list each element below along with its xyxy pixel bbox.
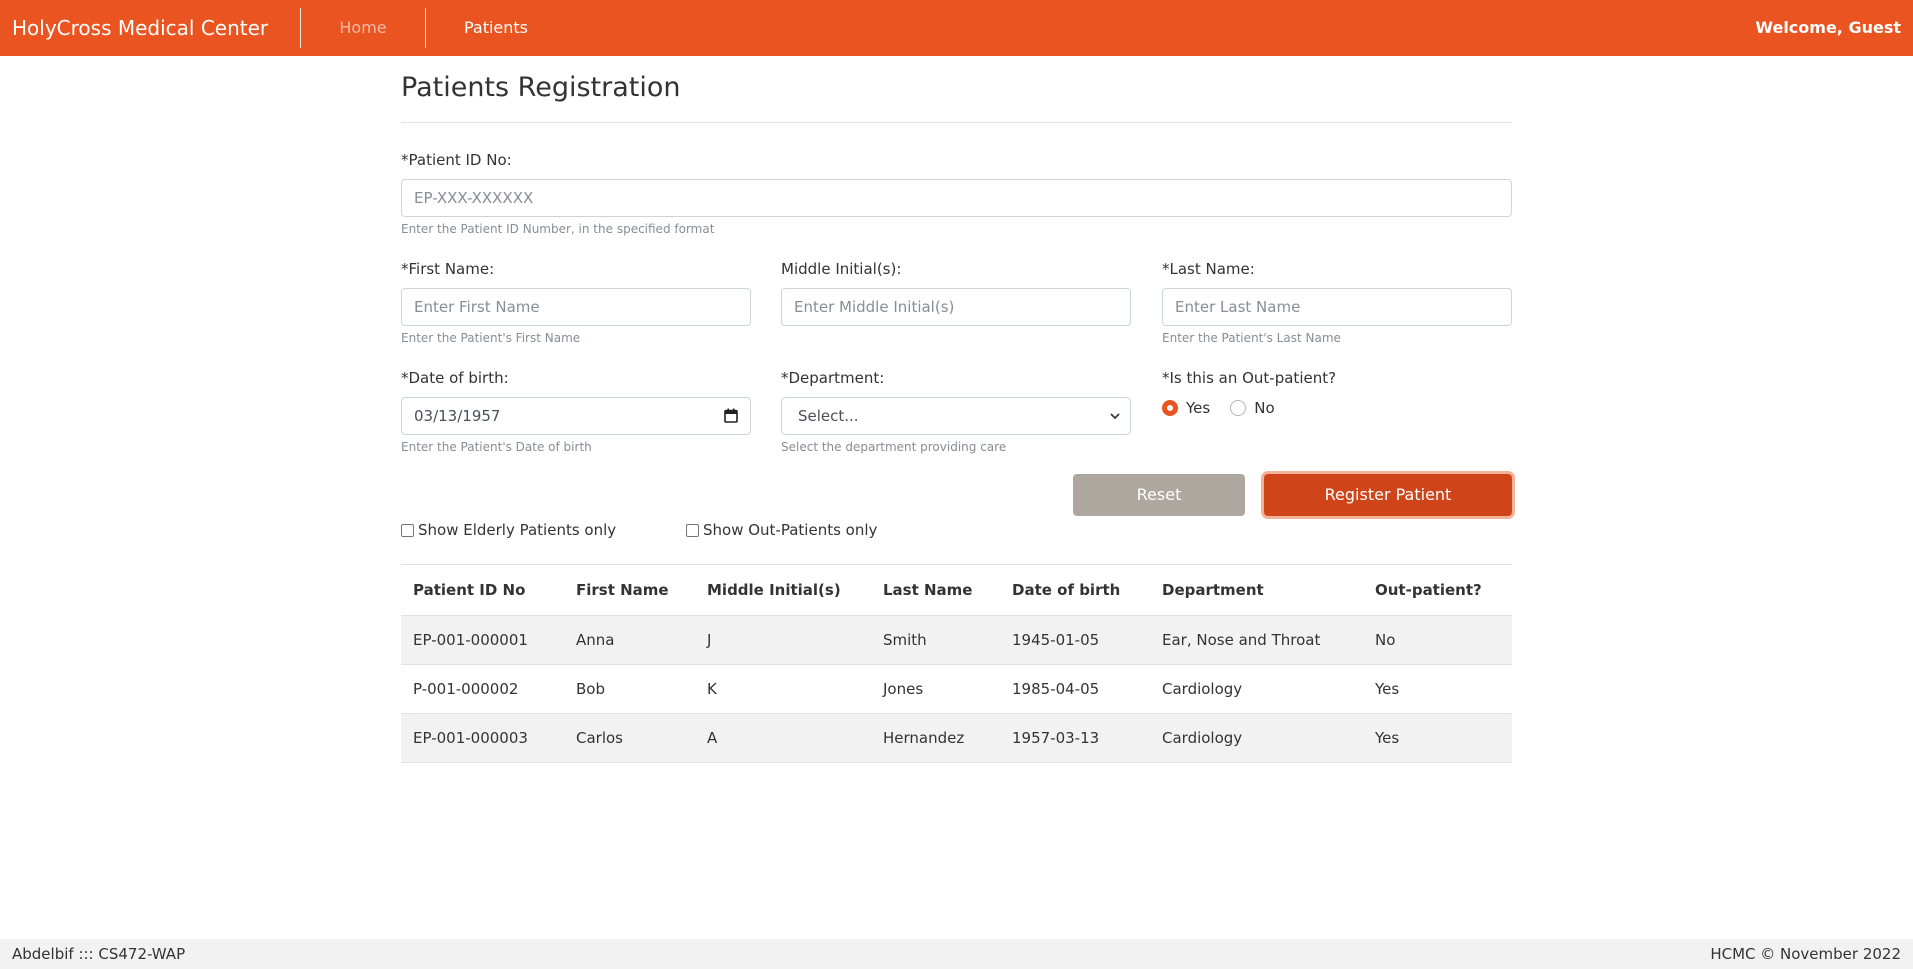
elderly-checkbox[interactable] bbox=[401, 523, 414, 537]
table-cell: Jones bbox=[883, 680, 924, 698]
department-label: *Department: bbox=[781, 369, 885, 387]
outpatient-no-radio[interactable] bbox=[1230, 400, 1247, 416]
table-header-cell: Out-patient? bbox=[1375, 581, 1482, 599]
table-header-cell: Patient ID No bbox=[413, 581, 526, 599]
table-header-cell: Last Name bbox=[883, 581, 973, 599]
first-name-help: Enter the Patient's First Name bbox=[401, 331, 581, 345]
table-cell: 1957-03-13 bbox=[1012, 729, 1100, 747]
table-cell: Bob bbox=[576, 680, 605, 698]
reset-button[interactable]: Reset bbox=[1073, 474, 1245, 516]
calendar-icon[interactable] bbox=[724, 408, 738, 423]
department-select[interactable]: Select... bbox=[781, 397, 1131, 435]
title-divider bbox=[401, 122, 1512, 123]
table-cell: Ear, Nose and Throat bbox=[1162, 631, 1321, 649]
dob-input[interactable]: 03/13/1957 bbox=[401, 397, 751, 435]
outpatient-yes-label[interactable]: Yes bbox=[1186, 399, 1210, 417]
first-name-input[interactable]: Enter First Name bbox=[401, 288, 751, 326]
table-header-cell: Date of birth bbox=[1012, 581, 1121, 599]
register-patient-button[interactable]: Register Patient bbox=[1264, 474, 1512, 516]
table-header-row: Patient ID No First Name Middle Initial(… bbox=[401, 565, 1512, 616]
table-cell: 1945-01-05 bbox=[1012, 631, 1100, 649]
patient-id-input[interactable]: EP-XXX-XXXXXX bbox=[401, 179, 1512, 217]
top-navbar: HolyCross Medical Center Home Patients W… bbox=[0, 0, 1913, 56]
table-cell: 1985-04-05 bbox=[1012, 680, 1100, 698]
footer-author: Abdelbif ::: CS472-WAP bbox=[12, 945, 186, 963]
table-cell: Yes bbox=[1375, 729, 1400, 747]
table-cell: EP-001-000003 bbox=[413, 729, 528, 747]
nav-home-link[interactable]: Home bbox=[301, 0, 425, 56]
dob-value: 03/13/1957 bbox=[414, 407, 501, 425]
department-help: Select the department providing care bbox=[781, 440, 1007, 454]
patient-id-help: Enter the Patient ID Number, in the spec… bbox=[401, 222, 715, 236]
table-cell: Hernandez bbox=[883, 729, 965, 747]
brand-title[interactable]: HolyCross Medical Center bbox=[0, 0, 300, 56]
table-header-cell: Department bbox=[1162, 581, 1264, 599]
welcome-text: Welcome, Guest bbox=[1755, 18, 1901, 37]
table-cell: Carlos bbox=[576, 729, 623, 747]
nav-patients-link[interactable]: Patients bbox=[426, 0, 566, 56]
outpatient-filter[interactable]: Show Out-Patients only bbox=[686, 521, 877, 539]
outpatient-radio-group: Yes No bbox=[1162, 399, 1295, 417]
table-cell: Yes bbox=[1375, 680, 1400, 698]
table-cell: Smith bbox=[883, 631, 927, 649]
department-selected-value: Select... bbox=[798, 407, 859, 425]
last-name-label: *Last Name: bbox=[1162, 260, 1255, 278]
elderly-filter[interactable]: Show Elderly Patients only bbox=[401, 521, 616, 539]
table-cell: Cardiology bbox=[1162, 729, 1243, 747]
dob-label: *Date of birth: bbox=[401, 369, 509, 387]
middle-initials-input[interactable]: Enter Middle Initial(s) bbox=[781, 288, 1131, 326]
footer-copyright: HCMC © November 2022 bbox=[1710, 945, 1901, 963]
page-title: Patients Registration bbox=[401, 72, 681, 103]
chevron-down-icon bbox=[1110, 413, 1120, 420]
table-cell: EP-001-000001 bbox=[413, 631, 528, 649]
patient-id-label: *Patient ID No: bbox=[401, 151, 512, 169]
table-cell: P-001-000002 bbox=[413, 680, 519, 698]
table-row: EP-001-000001 Anna J Smith 1945-01-05 Ea… bbox=[401, 616, 1512, 665]
table-cell: No bbox=[1375, 631, 1396, 649]
outpatient-no-label[interactable]: No bbox=[1254, 399, 1274, 417]
outpatient-yes-radio[interactable] bbox=[1162, 400, 1178, 416]
table-cell: J bbox=[707, 631, 712, 649]
patients-table: Patient ID No First Name Middle Initial(… bbox=[401, 564, 1512, 763]
table-row: P-001-000002 Bob K Jones 1985-04-05 Card… bbox=[401, 665, 1512, 714]
table-cell: Cardiology bbox=[1162, 680, 1243, 698]
table-cell: A bbox=[707, 729, 718, 747]
last-name-help: Enter the Patient's Last Name bbox=[1162, 331, 1341, 345]
table-row: EP-001-000003 Carlos A Hernandez 1957-03… bbox=[401, 714, 1512, 763]
page-footer: Abdelbif ::: CS472-WAP HCMC © November 2… bbox=[0, 939, 1913, 969]
outpatient-filter-label[interactable]: Show Out-Patients only bbox=[703, 521, 877, 539]
dob-help: Enter the Patient's Date of birth bbox=[401, 440, 592, 454]
last-name-input[interactable]: Enter Last Name bbox=[1162, 288, 1512, 326]
outpatient-label: *Is this an Out-patient? bbox=[1162, 369, 1337, 387]
first-name-label: *First Name: bbox=[401, 260, 495, 278]
table-cell: Anna bbox=[576, 631, 615, 649]
outpatient-checkbox[interactable] bbox=[686, 523, 699, 537]
table-cell: K bbox=[707, 680, 717, 698]
table-header-cell: First Name bbox=[576, 581, 669, 599]
middle-initials-label: Middle Initial(s): bbox=[781, 260, 902, 278]
table-header-cell: Middle Initial(s) bbox=[707, 581, 841, 599]
elderly-filter-label[interactable]: Show Elderly Patients only bbox=[418, 521, 616, 539]
